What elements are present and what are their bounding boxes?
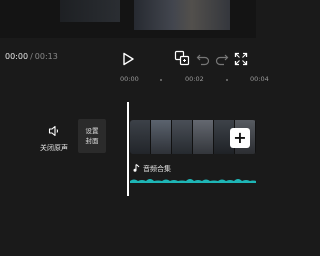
video-preview — [0, 0, 256, 38]
time-display: 00:00/00:13 — [5, 52, 58, 61]
keyframe-icon — [174, 50, 190, 66]
time-separator: / — [30, 52, 33, 61]
ruler-dot — [160, 79, 162, 81]
clip-thumbnail — [151, 120, 172, 154]
duration: 00:13 — [34, 52, 58, 61]
playhead[interactable] — [127, 102, 129, 196]
audio-track[interactable]: 音频合集 — [130, 162, 256, 184]
preview-image — [134, 0, 230, 30]
preview-image-left — [60, 0, 120, 22]
add-clip-button[interactable]: + — [230, 128, 250, 148]
audio-track-name: 音频合集 — [143, 165, 171, 173]
keyframe-button[interactable] — [174, 50, 190, 66]
redo-icon — [215, 54, 229, 66]
redo-button[interactable] — [215, 51, 229, 66]
play-button[interactable] — [121, 51, 135, 66]
mute-label: 关闭原声 — [40, 144, 68, 152]
clip-thumbnail — [172, 120, 193, 154]
cover-label-line1: 设置 — [85, 127, 99, 135]
set-cover-button[interactable]: 设置 封面 — [78, 119, 106, 153]
undo-icon — [196, 54, 210, 66]
clip-thumbnail — [130, 120, 151, 154]
audio-track-label: 音频合集 — [133, 164, 171, 174]
timeline-ruler: 00:00 00:02 00:04 — [0, 72, 269, 86]
ruler-tick-label: 00:04 — [250, 75, 269, 83]
ruler-tick-label: 00:00 — [120, 75, 139, 83]
fullscreen-button[interactable] — [234, 51, 248, 66]
clip-thumbnail — [193, 120, 214, 154]
playback-controls: 00:00/00:13 — [0, 38, 256, 76]
current-time: 00:00 — [5, 52, 29, 61]
speaker-muted-icon — [48, 125, 58, 137]
audio-waveform — [130, 179, 256, 183]
undo-button[interactable] — [196, 51, 210, 66]
music-note-icon — [133, 164, 140, 172]
cover-label-line2: 封面 — [85, 137, 99, 145]
fullscreen-icon — [234, 52, 248, 66]
ruler-dot — [226, 79, 228, 81]
ruler-tick-label: 00:02 — [185, 75, 204, 83]
play-icon — [123, 52, 134, 66]
mute-original-audio-button[interactable]: 关闭原声 — [38, 122, 70, 153]
